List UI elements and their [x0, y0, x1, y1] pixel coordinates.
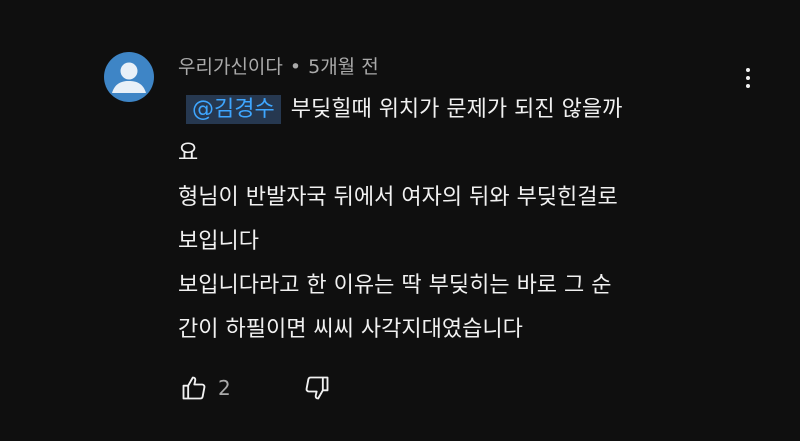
comment-line: 보입니다 — [178, 229, 259, 254]
more-options-button[interactable] — [738, 64, 758, 92]
more-options-icon — [746, 68, 750, 72]
comment-body: @김경수 부딪힐때 위치가 문제가 되진 않을까 요 형님이 반발자국 뒤에서 여… — [178, 88, 738, 352]
thumbs-up-icon — [182, 376, 206, 400]
comment-line: 형님이 반발자국 뒤에서 여자의 뒤와 부딪힌걸로 — [178, 185, 618, 210]
comment-header: 우리가신이다 • 5개월 전 — [178, 52, 379, 79]
mention-link[interactable]: @김경수 — [186, 95, 281, 124]
comment-line: @김경수 부딪힐때 위치가 문제가 되진 않을까 — [178, 88, 738, 132]
thumbs-down-icon — [305, 376, 329, 400]
comment-text: 부딪힐때 위치가 문제가 되진 않을까 — [290, 97, 623, 122]
comment-line: 간이 하필이면 씨씨 사각지대였습니다 — [178, 317, 523, 342]
comment-thread: 우리가신이다 • 5개월 전 @김경수 부딪힐때 위치가 문제가 되진 않을까 요 형… — [0, 0, 800, 441]
more-dot — [746, 76, 750, 80]
separator-dot: • — [289, 56, 302, 78]
comment-line: 보입니다라고 한 이유는 딱 부딪히는 바로 그 순 — [178, 273, 612, 298]
like-count: 2 — [218, 376, 231, 400]
default-user-avatar-icon — [112, 62, 146, 93]
author-name[interactable]: 우리가신이다 — [178, 56, 283, 78]
timestamp[interactable]: 5개월 전 — [308, 56, 379, 78]
comment-line: 요 — [178, 141, 199, 166]
dislike-button[interactable] — [301, 372, 333, 404]
comment-actions: 2 — [178, 372, 333, 404]
more-dot — [746, 84, 750, 88]
avatar[interactable] — [104, 52, 154, 102]
like-button[interactable] — [178, 372, 210, 404]
